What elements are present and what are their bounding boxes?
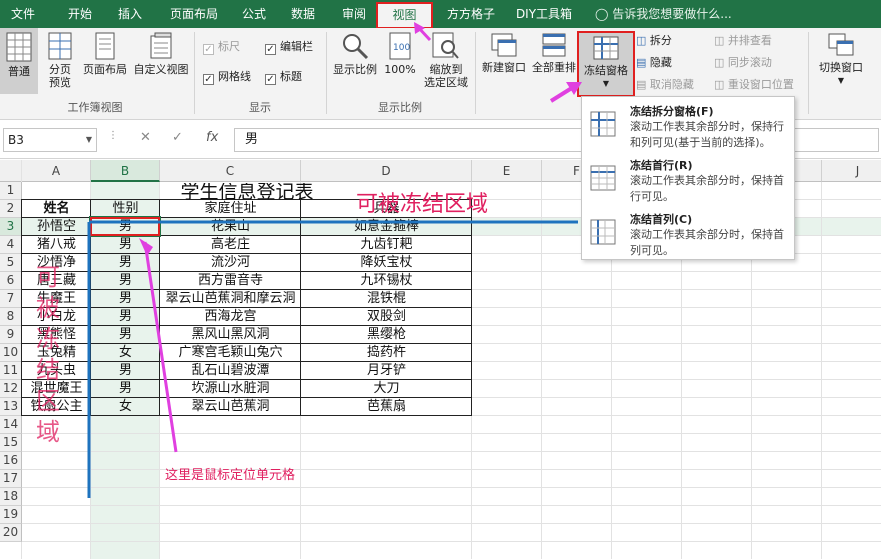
annotation-frozen-area-left: 可被冻结区域 xyxy=(36,263,60,446)
excel-window: 文件 开始 插入 页面布局 公式 数据 审阅 视图 方方格子 DIY工具箱 ◯ … xyxy=(0,0,881,559)
annotation-frozen-area-right: 可被冻结区域 xyxy=(356,192,489,217)
pointer-arrow-cell xyxy=(143,241,178,453)
arrowhead-icon xyxy=(139,238,153,256)
annotation-layer xyxy=(87,22,582,498)
annotation-cursor-cell: 这里是鼠标定位单元格 xyxy=(165,468,296,483)
